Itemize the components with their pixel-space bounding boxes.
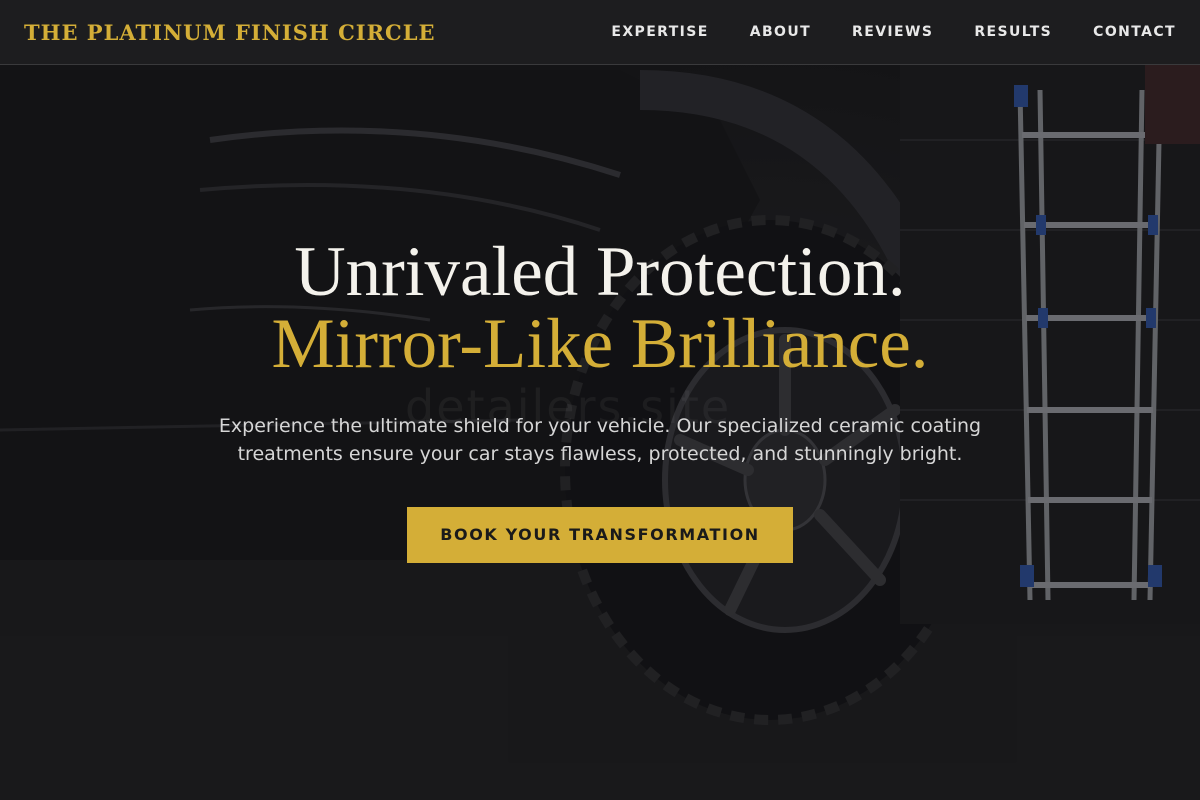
nav-link-contact[interactable]: CONTACT [1093, 24, 1176, 40]
headline-line-2: Mirror-Like Brilliance. [271, 305, 929, 383]
hero-subtext: Experience the ultimate shield for your … [218, 415, 982, 465]
hero-section: Unrivaled Protection. Mirror-Like Brilli… [0, 236, 1200, 563]
book-transformation-button[interactable]: BOOK YOUR TRANSFORMATION [407, 507, 793, 563]
nav-link-reviews[interactable]: REVIEWS [852, 24, 933, 40]
nav-link-expertise[interactable]: EXPERTISE [611, 24, 708, 40]
nav-link-about[interactable]: ABOUT [750, 24, 811, 40]
hero-headline: Unrivaled Protection. Mirror-Like Brilli… [0, 236, 1200, 380]
nav-link-results[interactable]: RESULTS [974, 24, 1052, 40]
nav-links: EXPERTISE ABOUT REVIEWS RESULTS CONTACT [570, 24, 1176, 40]
headline-line-1: Unrivaled Protection. [294, 233, 906, 311]
top-navbar: THE PLATINUM FINISH CIRCLE EXPERTISE ABO… [0, 0, 1200, 65]
landing-page: THE PLATINUM FINISH CIRCLE EXPERTISE ABO… [0, 0, 1200, 800]
brand-logo-link[interactable]: THE PLATINUM FINISH CIRCLE [24, 20, 436, 45]
